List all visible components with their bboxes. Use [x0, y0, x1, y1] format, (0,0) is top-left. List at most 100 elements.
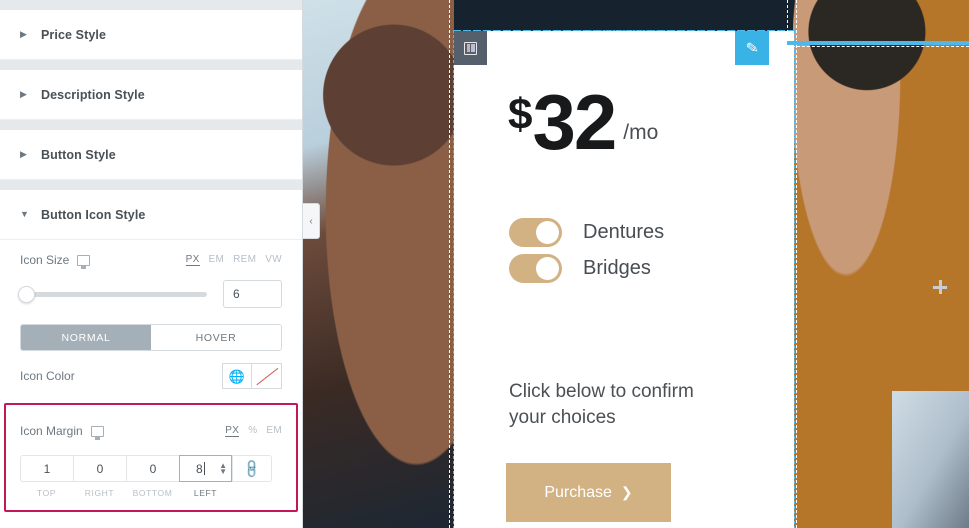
guide-line-vertical: [796, 0, 797, 528]
margin-right-input[interactable]: 0: [73, 455, 126, 482]
unit-em[interactable]: EM: [266, 425, 282, 436]
guide-line-vertical: [449, 0, 450, 528]
toggle-row-bridges: Bridges: [509, 254, 651, 283]
section-price-style[interactable]: Price Style: [0, 10, 302, 60]
panel-divider: [0, 180, 302, 190]
margin-left-field: 8 ▲ ▼ LEFT: [179, 455, 232, 498]
purchase-button-label: Purchase: [544, 483, 612, 501]
unit-vw[interactable]: VW: [265, 254, 282, 265]
editor-screen: Price Style Description Style Button Sty…: [0, 0, 969, 528]
margin-right-field: 0 RIGHT: [73, 455, 126, 498]
margin-bottom-field: 0 BOTTOM: [126, 455, 179, 498]
icon-color-controls: 🌐: [222, 363, 282, 389]
stepper-down-icon[interactable]: ▼: [219, 467, 227, 475]
margin-bottom-input[interactable]: 0: [126, 455, 179, 482]
margin-left-input[interactable]: 8 ▲ ▼: [179, 455, 232, 482]
icon-size-row: Icon Size PX EM REM VW: [20, 240, 282, 280]
section-title: Button Style: [41, 147, 116, 162]
icon-size-label-group: Icon Size: [20, 253, 91, 269]
guide-line-vertical: [787, 0, 788, 528]
section-title: Button Icon Style: [41, 207, 146, 222]
price-period: /mo: [623, 120, 659, 144]
unit-em[interactable]: EM: [209, 254, 225, 265]
margin-top-input[interactable]: 1: [20, 455, 73, 482]
icon-margin-header: Icon Margin PX % EM: [20, 411, 282, 451]
icon-margin-control: Icon Margin PX % EM 1 TOP 0 RIGHT 0 BOTT…: [4, 403, 298, 512]
no-color-swatch-button[interactable]: [252, 363, 282, 389]
margin-top-field: 1 TOP: [20, 455, 73, 498]
margin-right-label: RIGHT: [84, 488, 115, 498]
chevron-down-icon: [20, 210, 32, 219]
chevron-right-icon: ❯: [620, 484, 633, 500]
tab-hover[interactable]: HOVER: [151, 325, 281, 350]
selection-bar: [787, 41, 969, 45]
pricing-card[interactable]: $ 32 /mo Dentures Bridges Click below to…: [453, 30, 795, 528]
margin-left-label: LEFT: [193, 488, 218, 498]
state-tabs: NORMAL HOVER: [20, 324, 282, 351]
chevron-right-icon: [20, 150, 32, 159]
card-description: Click below to confirm your choices: [509, 381, 694, 428]
section-button-style[interactable]: Button Style: [0, 130, 302, 180]
icon-margin-label: Icon Margin: [20, 424, 83, 438]
icon-color-label: Icon Color: [20, 369, 75, 383]
link-values-button[interactable]: 🔗: [232, 455, 272, 482]
unit-px[interactable]: PX: [185, 254, 200, 266]
margin-left-value: 8: [196, 461, 203, 476]
column-handle[interactable]: [454, 31, 487, 65]
collapse-panel-button[interactable]: ‹: [303, 203, 320, 239]
pencil-icon: ✎: [744, 39, 760, 58]
guide-line-horizontal: [787, 46, 969, 47]
icon-size-label: Icon Size: [20, 253, 70, 267]
panel-divider: [0, 60, 302, 70]
panel-scroll-area[interactable]: Price Style Description Style Button Sty…: [0, 0, 302, 528]
toggle-dentures[interactable]: [509, 218, 562, 247]
icon-size-slider-row: 6: [18, 280, 282, 314]
background-photo-right: [793, 0, 969, 528]
margin-bottom-label: BOTTOM: [132, 488, 173, 498]
unit-percent[interactable]: %: [248, 425, 257, 436]
page-preview-canvas[interactable]: $ 32 /mo Dentures Bridges Click below to…: [303, 0, 969, 528]
unit-rem[interactable]: REM: [233, 254, 256, 265]
tab-normal[interactable]: NORMAL: [21, 325, 151, 350]
columns-icon: [464, 41, 477, 55]
section-description-style[interactable]: Description Style: [0, 70, 302, 120]
unit-px[interactable]: PX: [225, 425, 240, 437]
link-chain-icon: 🔗: [240, 457, 263, 480]
price-display: $ 32 /mo: [508, 78, 659, 166]
icon-margin-fields: 1 TOP 0 RIGHT 0 BOTTOM 8 ▲ ▼ LEFT 🔗: [20, 455, 282, 498]
text-cursor: [203, 462, 205, 475]
edit-section-button[interactable]: ✎: [735, 31, 769, 65]
toggle-bridges-label: Bridges: [583, 257, 651, 279]
purchase-button[interactable]: Purchase ❯: [506, 463, 671, 522]
panel-divider: [0, 0, 302, 10]
chevron-right-icon: [20, 90, 32, 99]
toggle-row-dentures: Dentures: [509, 218, 664, 247]
section-title: Description Style: [41, 87, 145, 102]
slider-thumb[interactable]: [18, 285, 35, 303]
plus-icon: [933, 280, 947, 294]
icon-size-slider[interactable]: [18, 285, 207, 303]
monitor-icon[interactable]: [77, 254, 91, 269]
section-button-icon-style[interactable]: Button Icon Style: [0, 190, 302, 240]
background-photo-left: [303, 0, 454, 528]
toggle-knob: [536, 257, 559, 280]
globe-icon[interactable]: 🌐: [222, 363, 252, 389]
section-title: Price Style: [41, 27, 107, 42]
icon-size-input[interactable]: 6: [223, 280, 282, 308]
icon-size-units: PX EM REM VW: [185, 254, 282, 266]
icon-margin-units: PX % EM: [225, 425, 282, 437]
toggle-bridges[interactable]: [509, 254, 562, 283]
price-amount: 32: [532, 78, 617, 166]
price-currency: $: [508, 90, 533, 139]
button-icon-style-body: Icon Size PX EM REM VW 6 NORMAL HOVER Ic…: [0, 240, 302, 397]
style-settings-panel: Price Style Description Style Button Sty…: [0, 0, 303, 528]
monitor-icon[interactable]: [90, 425, 104, 440]
panel-divider: [0, 120, 302, 130]
number-stepper[interactable]: ▲ ▼: [219, 461, 227, 475]
chevron-right-icon: [20, 30, 32, 39]
toggle-knob: [536, 221, 559, 244]
icon-color-row: Icon Color 🌐: [20, 355, 282, 397]
icon-margin-label-group: Icon Margin: [20, 424, 104, 440]
toggle-dentures-label: Dentures: [583, 221, 665, 243]
no-color-icon: [255, 367, 278, 385]
